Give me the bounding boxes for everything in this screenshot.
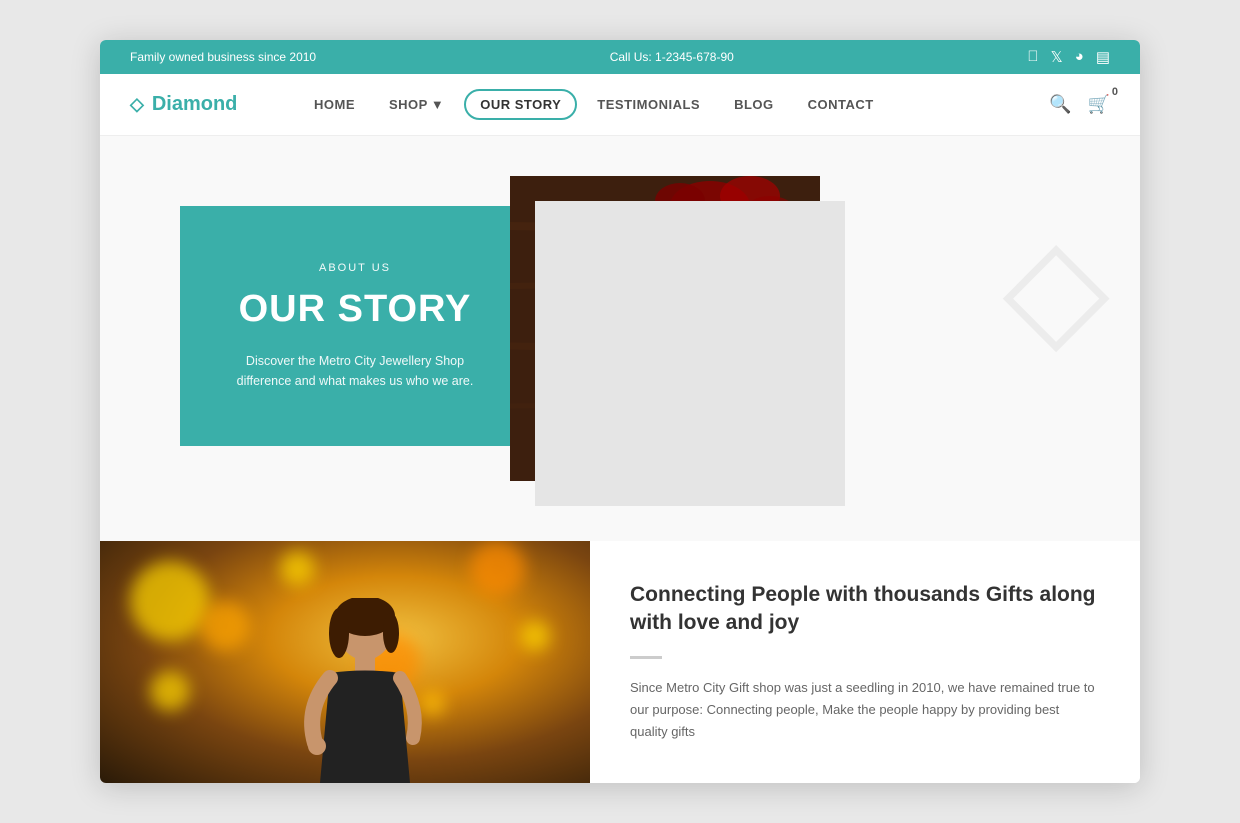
nav-icons: 🔍 🛒 0 [1049, 94, 1110, 115]
story-box: ABOUT US OUR STORY Discover the Metro Ci… [180, 206, 530, 446]
hero-description: Discover the Metro City Jewellery Shop d… [230, 351, 480, 391]
bottom-image [100, 541, 590, 783]
top-bar-center: Call Us: 1-2345-678-90 [316, 50, 1027, 64]
hero-inner: ABOUT US OUR STORY Discover the Metro Ci… [100, 176, 1140, 481]
about-label: ABOUT US [230, 262, 480, 274]
nav-shop[interactable]: SHOP ▼ [375, 91, 458, 118]
bottom-body: Since Metro City Gift shop was just a se… [630, 677, 1100, 743]
gift-image-wrapper [510, 176, 820, 481]
diamond-icon: ◇ [130, 94, 144, 115]
bottom-heading: Connecting People with thousands Gifts a… [630, 581, 1100, 638]
nav-bar: ◇ Diamond HOME SHOP ▼ OUR STORY TESTIMON… [100, 74, 1140, 136]
watermark-diamond: ◇ [1002, 206, 1110, 369]
site-logo[interactable]: ◇ Diamond [130, 93, 260, 116]
nav-home[interactable]: HOME [300, 91, 369, 118]
pinterest-icon[interactable]: ◕ [1075, 48, 1084, 66]
bottom-section: Connecting People with thousands Gifts a… [100, 541, 1140, 783]
top-bar-left: Family owned business since 2010 [130, 50, 316, 64]
bottom-divider [630, 656, 662, 659]
gift-shadow-card [535, 201, 845, 506]
top-bar: Family owned business since 2010 Call Us… [100, 40, 1140, 74]
nav-our-story[interactable]: OUR STORY [464, 89, 577, 120]
nav-contact[interactable]: CONTACT [794, 91, 888, 118]
site-name: Diamond [152, 93, 238, 116]
search-icon[interactable]: 🔍 [1049, 94, 1071, 115]
nav-links: HOME SHOP ▼ OUR STORY TESTIMONIALS BLOG … [300, 89, 1049, 120]
nav-blog[interactable]: BLOG [720, 91, 788, 118]
cart-badge: 0 [1112, 86, 1118, 98]
chevron-down-icon: ▼ [431, 97, 444, 112]
bottom-text: Connecting People with thousands Gifts a… [590, 541, 1140, 783]
hero-title: OUR STORY [230, 288, 480, 331]
browser-window: Family owned business since 2010 Call Us… [100, 40, 1140, 783]
woman-svg [265, 598, 465, 783]
facebook-icon[interactable]:  [1027, 48, 1038, 66]
twitter-icon[interactable]: 𝕏 [1051, 48, 1063, 66]
social-icons:  𝕏 ◕ ▤ [1027, 48, 1110, 66]
cart-icon[interactable]: 🛒 0 [1088, 94, 1110, 115]
nav-testimonials[interactable]: TESTIMONIALS [583, 91, 714, 118]
instagram-icon[interactable]: ▤ [1096, 48, 1110, 66]
hero-section: ABOUT US OUR STORY Discover the Metro Ci… [100, 136, 1140, 541]
